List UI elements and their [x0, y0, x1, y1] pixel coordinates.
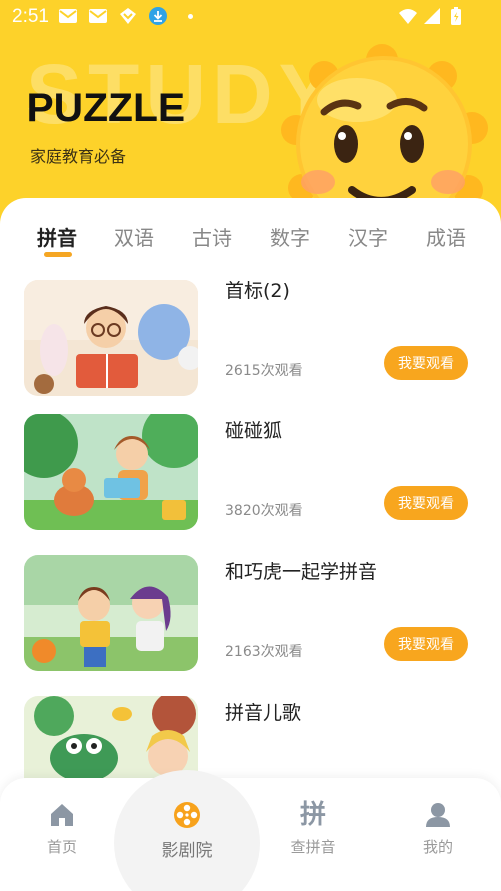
battery-icon	[451, 7, 461, 25]
video-title: 拼音儿歌	[225, 702, 302, 724]
app-store-icon	[120, 8, 136, 24]
nav-label: 影剧院	[161, 841, 213, 861]
tab-idioms[interactable]: 成语	[426, 222, 466, 251]
video-thumbnail[interactable]	[24, 555, 198, 671]
brand-subtitle: 家庭教育必备	[30, 147, 127, 166]
nav-label: 我的	[422, 838, 453, 856]
nav-profile[interactable]: 我的	[393, 800, 483, 857]
category-tabs: 拼音 双语 古诗 数字 汉字 成语	[0, 222, 501, 262]
pinyin-icon: 拼	[299, 800, 326, 830]
tab-ancient-poems[interactable]: 古诗	[192, 222, 232, 251]
download-icon	[149, 7, 167, 25]
tab-chinese-characters[interactable]: 汉字	[348, 222, 388, 251]
list-item[interactable]: 和巧虎一起学拼音 2163次观看 我要观看	[0, 555, 501, 675]
list-item[interactable]: 碰碰狐 3820次观看 我要观看	[0, 414, 501, 534]
tab-pinyin[interactable]: 拼音	[37, 222, 77, 251]
view-count: 2163次观看	[225, 644, 303, 660]
status-bar: 2:51	[0, 0, 501, 34]
view-count: 3820次观看	[225, 503, 303, 519]
notification-dot-icon	[188, 14, 193, 19]
nav-home[interactable]: 首页	[17, 800, 107, 857]
mail-icon	[59, 9, 77, 23]
status-time: 2:51	[12, 6, 49, 27]
list-item[interactable]: 首标(2) 2615次观看 我要观看	[0, 274, 501, 396]
home-icon	[51, 804, 73, 826]
tab-numbers[interactable]: 数字	[270, 222, 310, 251]
video-thumbnail[interactable]	[24, 414, 198, 530]
watch-button[interactable]: 我要观看	[384, 627, 468, 661]
nav-theater[interactable]: 影剧院	[142, 800, 232, 861]
user-icon	[426, 803, 450, 827]
view-count: 2615次观看	[225, 363, 303, 379]
watch-button[interactable]: 我要观看	[384, 346, 468, 380]
watch-button[interactable]: 我要观看	[384, 486, 468, 520]
film-reel-icon	[174, 802, 200, 828]
video-thumbnail[interactable]	[24, 280, 198, 396]
nav-label: 查拼音	[290, 838, 336, 856]
hero-banner: 2:51 STUDY PUZZLE 家庭教育必备	[0, 0, 501, 225]
video-title: 和巧虎一起学拼音	[225, 561, 378, 583]
nav-pinyin-lookup[interactable]: 拼 查拼音	[268, 800, 358, 857]
cell-signal-icon	[424, 8, 440, 24]
video-title: 首标(2)	[225, 280, 290, 302]
video-title: 碰碰狐	[225, 420, 283, 442]
brand-title: PUZZLE	[26, 86, 186, 130]
wifi-icon	[399, 9, 417, 24]
active-tab-indicator	[44, 252, 72, 257]
mail-icon	[89, 9, 107, 23]
nav-label: 首页	[46, 838, 77, 856]
tab-bilingual[interactable]: 双语	[114, 222, 154, 251]
